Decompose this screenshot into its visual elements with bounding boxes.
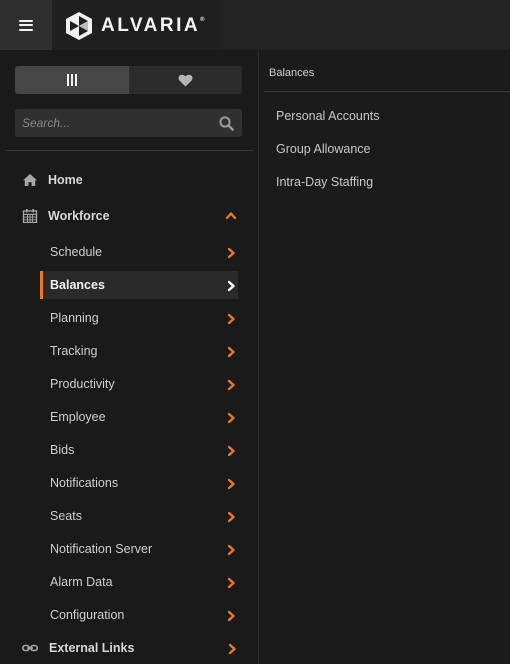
sidebar-subitem-tracking[interactable]: Tracking bbox=[40, 337, 238, 365]
main-panel: Balances Personal Accounts Group Allowan… bbox=[259, 50, 510, 664]
sidebar-subitem-notification-server[interactable]: Notification Server bbox=[40, 535, 238, 563]
brand-trademark: ® bbox=[200, 17, 205, 23]
active-indicator bbox=[40, 271, 43, 299]
chevron-right-icon bbox=[227, 346, 235, 358]
sidebar-subitem-notifications[interactable]: Notifications bbox=[40, 469, 238, 497]
sidebar: Home Workforce Schedule Balances Plannin… bbox=[0, 50, 259, 664]
chevron-right-icon bbox=[227, 610, 235, 622]
sidebar-subitem-label: Tracking bbox=[50, 344, 98, 358]
columns-icon bbox=[66, 74, 77, 86]
search-input[interactable] bbox=[22, 109, 212, 137]
all-items-toggle-button[interactable] bbox=[15, 66, 129, 94]
link-personal-accounts[interactable]: Personal Accounts bbox=[276, 109, 380, 123]
sidebar-subitem-employee[interactable]: Employee bbox=[40, 403, 238, 431]
alvaria-logo-icon bbox=[66, 12, 92, 40]
sidebar-subitem-balances[interactable]: Balances bbox=[40, 271, 238, 299]
sidebar-subitem-label: Notifications bbox=[50, 476, 119, 490]
sidebar-subitem-label: Alarm Data bbox=[50, 575, 113, 589]
sidebar-subitem-configuration[interactable]: Configuration bbox=[40, 601, 238, 629]
top-bar-right bbox=[222, 0, 510, 51]
sidebar-subitem-label: Bids bbox=[50, 443, 75, 457]
link-icon bbox=[22, 644, 38, 652]
sidebar-subitem-bids[interactable]: Bids bbox=[40, 436, 238, 464]
brand-logo: ALVARIA® bbox=[64, 11, 205, 41]
sidebar-subitem-label: Notification Server bbox=[50, 542, 153, 556]
chevron-right-icon bbox=[228, 643, 236, 655]
sidebar-item-label: Workforce bbox=[48, 209, 110, 223]
chevron-right-icon bbox=[227, 544, 235, 556]
chevron-right-icon bbox=[227, 577, 235, 589]
sidebar-item-external-links[interactable]: External Links bbox=[0, 634, 258, 662]
calendar-icon bbox=[22, 209, 38, 223]
favorites-toggle-button[interactable] bbox=[128, 66, 242, 94]
breadcrumb-divider bbox=[264, 91, 510, 92]
sidebar-subitem-label: Balances bbox=[50, 278, 105, 292]
sidebar-subitem-label: Schedule bbox=[50, 245, 103, 259]
chevron-right-icon bbox=[227, 478, 235, 490]
sidebar-subitem-label: Employee bbox=[50, 410, 106, 424]
chevron-right-icon bbox=[227, 379, 235, 391]
sidebar-subitem-planning[interactable]: Planning bbox=[40, 304, 238, 332]
sidebar-item-label: External Links bbox=[49, 641, 135, 655]
link-group-allowance[interactable]: Group Allowance bbox=[276, 142, 371, 156]
sidebar-subitem-label: Productivity bbox=[50, 377, 115, 391]
heart-icon bbox=[178, 74, 193, 87]
hamburger-menu-icon bbox=[19, 17, 33, 33]
brand-name: ALVARIA bbox=[101, 15, 201, 36]
sidebar-subitem-seats[interactable]: Seats bbox=[40, 502, 238, 530]
sidebar-subitem-productivity[interactable]: Productivity bbox=[40, 370, 238, 398]
chevron-right-icon bbox=[227, 445, 235, 457]
sidebar-subitem-label: Seats bbox=[50, 509, 82, 523]
hamburger-menu-button[interactable] bbox=[0, 0, 52, 50]
search-icon[interactable] bbox=[219, 116, 234, 131]
sidebar-item-home[interactable]: Home bbox=[0, 166, 258, 194]
sidebar-view-toggle bbox=[15, 66, 242, 94]
sidebar-subitem-label: Configuration bbox=[50, 608, 125, 622]
sidebar-item-label: Home bbox=[48, 173, 83, 187]
chevron-up-icon bbox=[225, 212, 237, 220]
top-bar: ALVARIA® bbox=[0, 0, 510, 51]
sidebar-subitem-alarm-data[interactable]: Alarm Data bbox=[40, 568, 238, 596]
link-intra-day-staffing[interactable]: Intra-Day Staffing bbox=[276, 175, 373, 189]
chevron-right-icon bbox=[227, 247, 235, 259]
chevron-right-icon bbox=[227, 412, 235, 424]
sidebar-subitem-label: Planning bbox=[50, 311, 99, 325]
chevron-right-icon bbox=[227, 280, 235, 292]
home-icon bbox=[23, 174, 37, 186]
sidebar-divider bbox=[6, 150, 253, 151]
sidebar-search bbox=[15, 109, 242, 137]
breadcrumb: Balances bbox=[269, 67, 315, 79]
sidebar-subitem-schedule[interactable]: Schedule bbox=[40, 238, 238, 266]
sidebar-item-workforce[interactable]: Workforce bbox=[0, 202, 258, 230]
chevron-right-icon bbox=[227, 313, 235, 325]
chevron-right-icon bbox=[227, 511, 235, 523]
